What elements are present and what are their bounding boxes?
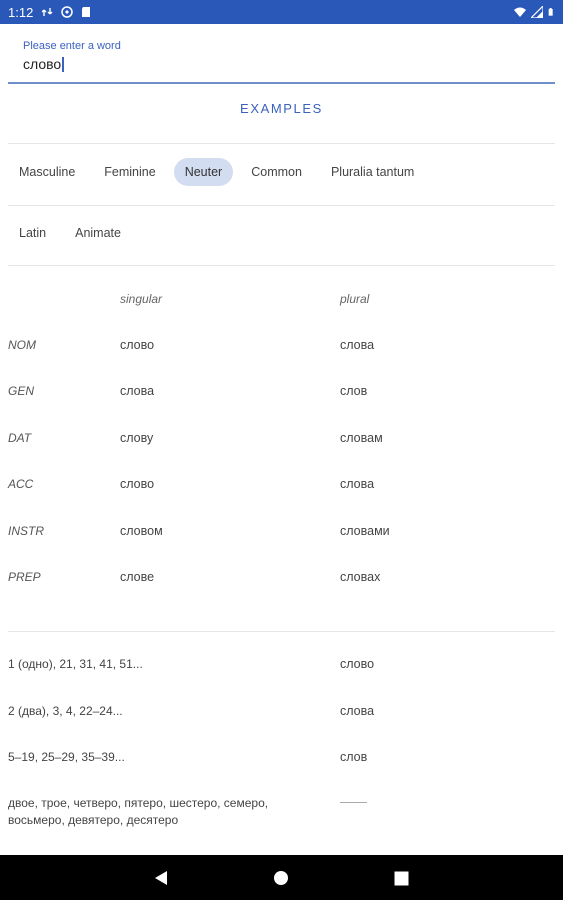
chip-animate[interactable]: Animate — [64, 219, 132, 247]
singular-form: словом — [120, 524, 163, 538]
plural-header: plural — [340, 292, 370, 306]
no-form-dash — [340, 802, 367, 803]
wifi-icon — [514, 7, 526, 17]
singular-form: слову — [120, 431, 154, 445]
numeral-form: слова — [340, 704, 375, 718]
cellular-icon — [531, 6, 543, 18]
chip-neuter[interactable]: Neuter — [173, 158, 234, 186]
gender-chip-group: Masculine Feminine Neuter Common Plurali… — [8, 158, 432, 186]
singular-form: слове — [120, 570, 155, 584]
case-label: GEN — [8, 384, 35, 398]
numeral-range: 5–19, 25–29, 35–39... — [8, 750, 125, 764]
divider — [8, 205, 555, 206]
plural-form: словам — [340, 431, 383, 445]
numeral-form: слов — [340, 750, 368, 764]
divider — [8, 265, 555, 266]
case-label: INSTR — [8, 524, 44, 538]
text-cursor — [62, 57, 65, 72]
chip-masculine[interactable]: Masculine — [8, 158, 86, 186]
singular-form: слово — [120, 477, 155, 491]
singular-form: слова — [120, 384, 155, 398]
case-label: ACC — [8, 477, 34, 491]
plural-form: слов — [340, 384, 368, 398]
plural-form: словах — [340, 570, 381, 584]
numeral-form: слово — [340, 657, 375, 671]
home-icon — [274, 871, 288, 885]
status-time: 1:12 — [8, 4, 34, 20]
attribute-chip-group: Latin Animate — [8, 219, 139, 247]
sd-card-icon — [82, 7, 91, 17]
case-label: PREP — [8, 570, 41, 584]
search-input-text: слово — [23, 56, 62, 72]
numeral-range: 2 (два), 3, 4, 22–24... — [8, 704, 123, 718]
divider — [8, 143, 555, 144]
chip-feminine[interactable]: Feminine — [93, 158, 166, 186]
case-label: NOM — [8, 338, 36, 352]
singular-header: singular — [120, 292, 163, 306]
singular-form: слово — [120, 338, 155, 352]
home-button[interactable] — [272, 869, 290, 887]
chip-latin[interactable]: Latin — [8, 219, 57, 247]
case-label: DAT — [8, 431, 32, 445]
recents-button[interactable] — [392, 869, 410, 887]
numeral-range: двое, трое, четверо, пятеро, шестеро, се… — [8, 796, 269, 827]
recents-icon — [394, 871, 408, 885]
plural-form: словами — [340, 524, 390, 538]
numeral-range: 1 (одно), 21, 31, 41, 51... — [8, 657, 143, 671]
chip-pluralia-tantum[interactable]: Pluralia tantum — [320, 158, 425, 186]
sync-icon — [61, 6, 74, 18]
examples-button[interactable]: EXAMPLES — [0, 101, 563, 116]
status-bar: 1:12 — [0, 0, 563, 24]
back-icon — [155, 871, 167, 885]
battery-icon — [548, 8, 553, 16]
search-field-label: Please enter a word — [23, 40, 121, 52]
search-input[interactable]: слово — [23, 56, 65, 72]
divider — [8, 631, 555, 632]
signal-icon — [42, 8, 53, 16]
navigation-bar — [0, 855, 563, 900]
chip-common[interactable]: Common — [240, 158, 313, 186]
word-search-field[interactable]: Please enter a word слово — [8, 24, 555, 84]
plural-form: слова — [340, 338, 375, 352]
back-button[interactable] — [152, 869, 170, 887]
plural-form: слова — [340, 477, 375, 491]
